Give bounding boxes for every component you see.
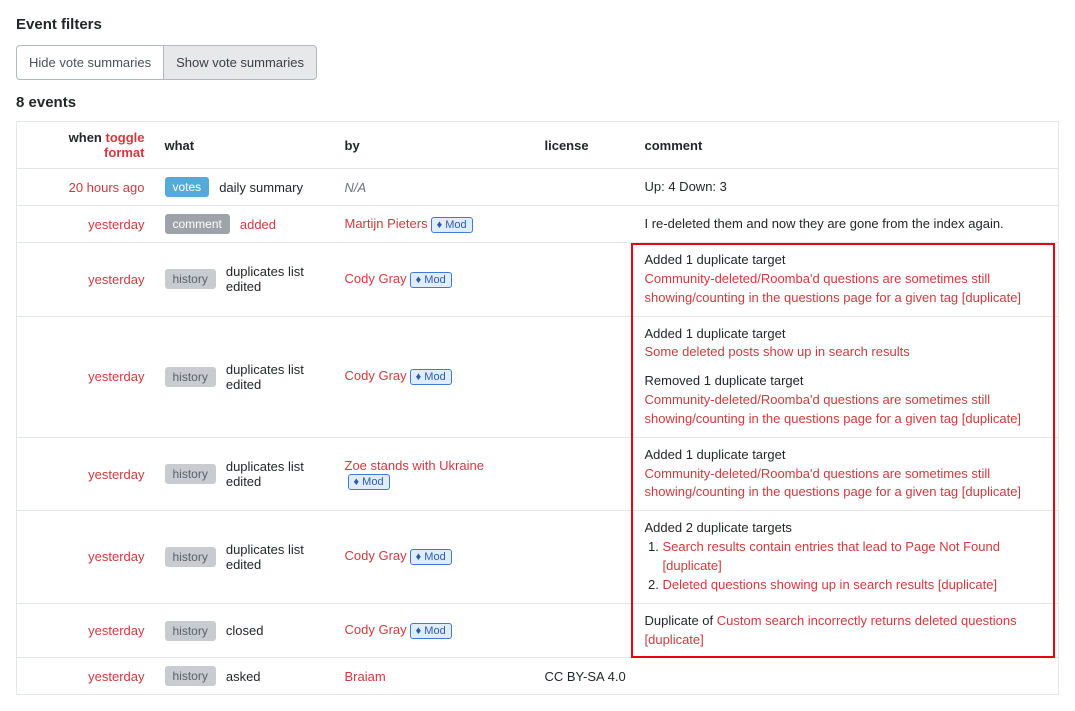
comment-cell: Added 1 duplicate targetSome deleted pos… [637, 316, 1059, 437]
hide-vote-summaries-button[interactable]: Hide vote summaries [16, 45, 163, 80]
when-link[interactable]: yesterday [25, 217, 145, 232]
duplicate-link[interactable]: Custom search incorrectly returns delete… [645, 613, 1017, 647]
mod-badge[interactable]: ♦ Mod [410, 623, 452, 639]
by-na: N/A [345, 180, 367, 195]
duplicate-link[interactable]: Community-deleted/Roomba'd questions are… [645, 466, 1022, 500]
what-action[interactable]: added [240, 217, 276, 232]
user-link[interactable]: Zoe stands with Ukraine [345, 458, 484, 473]
history-badge[interactable]: history [165, 666, 216, 686]
history-badge[interactable]: history [165, 269, 216, 289]
table-row: yesterday history closed Cody Gray♦ Mod Dupl… [17, 603, 1059, 658]
license-cell [537, 169, 637, 206]
comment-cell [637, 658, 1059, 695]
mod-badge[interactable]: ♦ Mod [410, 272, 452, 288]
user-link[interactable]: Martijn Pieters [345, 216, 428, 231]
history-badge[interactable]: history [165, 464, 216, 484]
filter-toggle-group: Hide vote summaries Show vote summaries [16, 45, 1059, 80]
events-table: when toggle format what by license comme… [16, 121, 1059, 695]
table-row: yesterday history duplicates list edited Co… [17, 511, 1059, 603]
license-cell [537, 243, 637, 317]
license-cell [537, 437, 637, 511]
events-count: 8 events [16, 94, 1059, 111]
table-row: yesterday history asked Braiam CC BY-SA 4.0 [17, 658, 1059, 695]
user-link[interactable]: Cody Gray [345, 548, 407, 563]
duplicate-link[interactable]: Some deleted posts show up in search res… [645, 344, 910, 359]
history-badge[interactable]: history [165, 621, 216, 641]
toggle-format-link[interactable]: toggle format [104, 130, 144, 160]
votes-badge[interactable]: votes [165, 177, 210, 197]
mod-badge[interactable]: ♦ Mod [348, 474, 390, 490]
duplicate-link[interactable]: Search results contain entries that lead… [663, 539, 1000, 573]
what-action: duplicates list edited [226, 362, 329, 392]
duplicate-link[interactable]: Community-deleted/Roomba'd questions are… [645, 271, 1022, 305]
comment-cell: Added 1 duplicate targetCommunity-delete… [637, 437, 1059, 511]
when-link[interactable]: yesterday [25, 467, 145, 482]
col-when: when toggle format [17, 122, 157, 169]
table-row: 20 hours ago votes daily summary N/A Up: 4 D… [17, 169, 1059, 206]
filters-heading: Event filters [16, 16, 1059, 33]
when-link[interactable]: yesterday [25, 549, 145, 564]
what-action: daily summary [219, 180, 303, 195]
table-row: yesterday history duplicates list edited Co… [17, 316, 1059, 437]
col-by: by [337, 122, 537, 169]
duplicate-link[interactable]: Community-deleted/Roomba'd questions are… [645, 392, 1022, 426]
when-link[interactable]: 20 hours ago [25, 180, 145, 195]
table-row: yesterday history duplicates list edited Zo… [17, 437, 1059, 511]
comment-block-title: Added 1 duplicate target [645, 325, 1051, 344]
license-cell: CC BY-SA 4.0 [537, 658, 637, 695]
user-link[interactable]: Braiam [345, 669, 386, 684]
show-vote-summaries-button[interactable]: Show vote summaries [163, 45, 317, 80]
comment-cell: I re-deleted them and now they are gone … [637, 206, 1059, 243]
col-comment: comment [637, 122, 1059, 169]
comment-cell: Added 1 duplicate targetCommunity-delete… [637, 243, 1059, 317]
comment-block-title: Added 2 duplicate targets [645, 519, 1051, 538]
comment-block-title: Removed 1 duplicate target [645, 372, 1051, 391]
when-link[interactable]: yesterday [25, 623, 145, 638]
when-link[interactable]: yesterday [25, 669, 145, 684]
comment-cell: Added 2 duplicate targetsSearch results … [637, 511, 1059, 603]
user-link[interactable]: Cody Gray [345, 271, 407, 286]
mod-badge[interactable]: ♦ Mod [410, 369, 452, 385]
license-cell [537, 316, 637, 437]
comment-badge[interactable]: comment [165, 214, 230, 234]
history-badge[interactable]: history [165, 547, 216, 567]
comment-cell: Up: 4 Down: 3 [637, 169, 1059, 206]
table-row: yesterday comment added Martijn Pieters♦ Mo… [17, 206, 1059, 243]
what-action: duplicates list edited [226, 542, 329, 572]
what-action: closed [226, 623, 264, 638]
what-action: duplicates list edited [226, 459, 329, 489]
comment-block-title: Added 1 duplicate target [645, 446, 1051, 465]
col-what: what [157, 122, 337, 169]
user-link[interactable]: Cody Gray [345, 622, 407, 637]
when-link[interactable]: yesterday [25, 369, 145, 384]
table-row: yesterday history duplicates list edited Co… [17, 243, 1059, 317]
license-cell [537, 603, 637, 658]
history-badge[interactable]: history [165, 367, 216, 387]
mod-badge[interactable]: ♦ Mod [410, 549, 452, 565]
duplicate-link[interactable]: Deleted questions showing up in search r… [663, 577, 998, 592]
comment-block-title: Added 1 duplicate target [645, 251, 1051, 270]
mod-badge[interactable]: ♦ Mod [431, 217, 473, 233]
comment-cell: Duplicate of Custom search incorrectly r… [637, 603, 1059, 658]
col-license: license [537, 122, 637, 169]
license-cell [537, 206, 637, 243]
user-link[interactable]: Cody Gray [345, 368, 407, 383]
when-link[interactable]: yesterday [25, 272, 145, 287]
what-action: asked [226, 669, 261, 684]
what-action: duplicates list edited [226, 264, 329, 294]
license-cell [537, 511, 637, 603]
